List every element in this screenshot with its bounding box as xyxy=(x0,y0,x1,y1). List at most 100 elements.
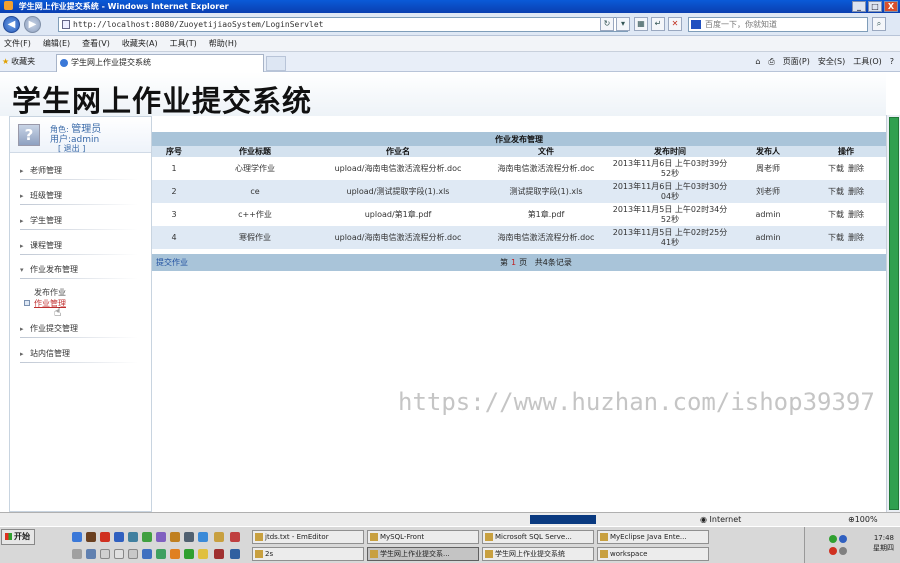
homework-table: 作业发布管理 序号 作业标题 作业名 文件 发布时间 发布人 操作 1 心理学作… xyxy=(152,132,886,249)
column-header: 发布人 xyxy=(730,146,806,157)
app-quicklaunch-icon[interactable] xyxy=(170,532,180,542)
app-quicklaunch-icon[interactable] xyxy=(72,549,82,559)
taskbar-item[interactable]: Microsoft SQL Serve... xyxy=(482,530,594,544)
vertical-scrollbar[interactable] xyxy=(886,115,900,512)
app-quicklaunch-icon[interactable] xyxy=(184,532,194,542)
cell-file: 测试提取字段(1).xls xyxy=(482,180,610,203)
app-quicklaunch-icon[interactable] xyxy=(128,532,138,542)
page-icon xyxy=(62,20,70,29)
home-icon[interactable]: ⌂ xyxy=(755,55,760,69)
taskbar-item[interactable]: 2s xyxy=(252,547,364,561)
tray-icon[interactable] xyxy=(839,535,847,543)
search-icon[interactable]: ⌕ xyxy=(872,17,886,31)
sidebar-item-courses[interactable]: 课程管理 xyxy=(20,240,142,252)
compat-view-icon[interactable]: ▦ xyxy=(634,17,648,31)
taskbar-item[interactable]: workspace xyxy=(597,547,709,561)
app-quicklaunch-icon[interactable] xyxy=(230,549,240,559)
zoom-level[interactable]: ⊕100% xyxy=(848,513,878,526)
taskbar-item-active[interactable]: 学生网上作业提交系... xyxy=(367,547,479,561)
submit-homework-link[interactable]: 提交作业 xyxy=(156,254,188,271)
start-button[interactable]: 开始 xyxy=(1,529,35,545)
pager: 第1页 共4条记录 xyxy=(500,254,572,271)
app-quicklaunch-icon[interactable] xyxy=(86,532,96,542)
app-quicklaunch-icon[interactable] xyxy=(230,532,240,542)
app-quicklaunch-icon[interactable] xyxy=(142,549,152,559)
app-quicklaunch-icon[interactable] xyxy=(114,532,124,542)
sidebar-item-messages[interactable]: 站内信管理 xyxy=(20,348,142,360)
ie-quicklaunch-icon[interactable] xyxy=(72,532,82,542)
sidebar-item-teachers[interactable]: 老师管理 xyxy=(20,165,142,177)
command-safety[interactable]: 安全(S) xyxy=(818,55,845,69)
stop-icon[interactable]: ✕ xyxy=(668,17,682,31)
logout-link[interactable]: [ 退出 ] xyxy=(58,143,85,154)
print-icon[interactable]: ⎙ xyxy=(768,55,774,69)
back-button[interactable]: ◀ xyxy=(3,16,20,33)
app-quicklaunch-icon[interactable] xyxy=(100,549,110,559)
app-quicklaunch-icon[interactable] xyxy=(170,549,180,559)
app-quicklaunch-icon[interactable] xyxy=(156,549,166,559)
cell-no: 3 xyxy=(152,203,196,226)
refresh-icon[interactable]: ↻ xyxy=(600,17,614,31)
menu-edit[interactable]: 编辑(E) xyxy=(43,36,70,51)
menu-help[interactable]: 帮助(H) xyxy=(209,36,237,51)
minimize-button[interactable]: _ xyxy=(852,1,866,12)
forward-button[interactable]: ▶ xyxy=(24,16,41,33)
sidebar-item-classes[interactable]: 班级管理 xyxy=(20,190,142,202)
new-tab-button[interactable] xyxy=(266,56,286,71)
pager-current[interactable]: 1 xyxy=(511,258,516,267)
download-link[interactable]: 下载 xyxy=(828,164,844,173)
clock[interactable]: 17:48 星期四 xyxy=(873,533,894,553)
divider xyxy=(20,229,138,230)
favorites-button[interactable]: ★ 收藏夹 xyxy=(2,55,35,69)
go-icon[interactable]: ↵ xyxy=(651,17,665,31)
sidebar-item-students[interactable]: 学生管理 xyxy=(20,215,142,227)
app-quicklaunch-icon[interactable] xyxy=(114,549,124,559)
command-tools[interactable]: 工具(O) xyxy=(853,55,882,69)
scrollbar-thumb[interactable] xyxy=(889,117,899,510)
app-quicklaunch-icon[interactable] xyxy=(198,549,208,559)
cell-name: upload/测试提取字段(1).xls xyxy=(314,180,482,203)
maximize-button[interactable]: □ xyxy=(868,1,882,12)
tray-icon[interactable] xyxy=(829,535,837,543)
url-input[interactable]: http://localhost:8080/ZuoyetijiaoSystem/… xyxy=(58,17,628,32)
menu-view[interactable]: 查看(V) xyxy=(82,36,110,51)
sidebar-item-homework-submit[interactable]: 作业提交管理 xyxy=(20,323,142,335)
app-quicklaunch-icon[interactable] xyxy=(184,549,194,559)
app-quicklaunch-icon[interactable] xyxy=(142,532,152,542)
menu-tools[interactable]: 工具(T) xyxy=(170,36,197,51)
submenu-publish-homework[interactable]: 发布作业 xyxy=(34,287,66,298)
taskbar-item[interactable]: MyEclipse Java Ente... xyxy=(597,530,709,544)
search-input[interactable]: 百度一下，你就知道 xyxy=(688,17,868,32)
close-button[interactable]: X xyxy=(884,1,898,12)
menu-favorites[interactable]: 收藏夹(A) xyxy=(122,36,158,51)
taskbar-item[interactable]: jtds.txt - EmEditor xyxy=(252,530,364,544)
delete-link[interactable]: 删除 xyxy=(848,233,864,242)
app-quicklaunch-icon[interactable] xyxy=(214,549,224,559)
taskbar-item[interactable]: MySQL-Front xyxy=(367,530,479,544)
delete-link[interactable]: 删除 xyxy=(848,187,864,196)
tray-icon[interactable] xyxy=(829,547,837,555)
delete-link[interactable]: 删除 xyxy=(848,210,864,219)
app-quicklaunch-icon[interactable] xyxy=(214,532,224,542)
delete-link[interactable]: 删除 xyxy=(848,164,864,173)
app-quicklaunch-icon[interactable] xyxy=(198,532,208,542)
help-icon[interactable]: ? xyxy=(890,55,894,69)
zoom-icon: ⊕ xyxy=(848,515,855,524)
window-title-bar[interactable]: 学生网上作业提交系统 - Windows Internet Explorer _… xyxy=(0,0,900,13)
download-link[interactable]: 下载 xyxy=(828,233,844,242)
app-quicklaunch-icon[interactable] xyxy=(128,549,138,559)
sidebar-item-homework-publish[interactable]: 作业发布管理 xyxy=(20,264,142,276)
media-quicklaunch-icon[interactable] xyxy=(100,532,110,542)
app-quicklaunch-icon[interactable] xyxy=(156,532,166,542)
menu-file[interactable]: 文件(F) xyxy=(4,36,31,51)
app-quicklaunch-icon[interactable] xyxy=(86,549,96,559)
speaker-icon[interactable] xyxy=(839,547,847,555)
dropdown-icon[interactable]: ▾ xyxy=(616,17,630,31)
taskbar-item[interactable]: 学生网上作业提交系统 xyxy=(482,547,594,561)
cell-publisher: admin xyxy=(730,226,806,249)
download-link[interactable]: 下载 xyxy=(828,187,844,196)
active-tab[interactable]: 学生网上作业提交系统 xyxy=(56,54,264,72)
download-link[interactable]: 下载 xyxy=(828,210,844,219)
watermark: https://www.huzhan.com/ishop39397 xyxy=(398,388,875,416)
command-page[interactable]: 页面(P) xyxy=(783,55,810,69)
